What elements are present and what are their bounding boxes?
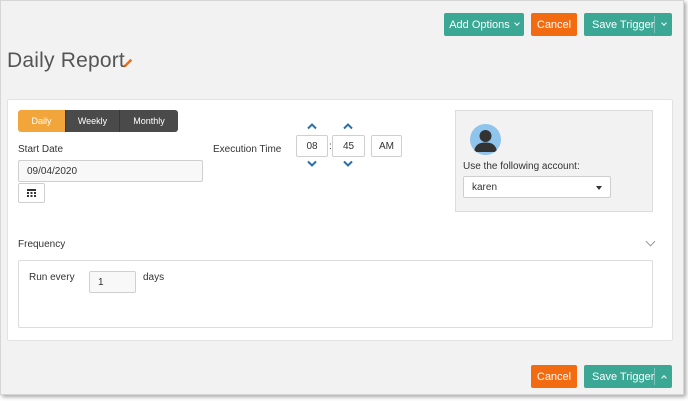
save-trigger-split-button-top: Save Trigger <box>584 13 672 36</box>
save-trigger-dropdown-toggle-bottom[interactable] <box>655 365 672 388</box>
start-date-value: 09/04/2020 <box>27 165 78 177</box>
run-every-input[interactable]: 1 <box>89 271 136 293</box>
dialog-frame: Add Options Cancel Save Trigger Daily Re… <box>0 0 684 395</box>
cancel-button-bottom[interactable]: Cancel <box>531 365 577 388</box>
cancel-button-top[interactable]: Cancel <box>531 13 577 36</box>
add-options-label: Add Options <box>449 18 510 31</box>
frequency-collapse-chevron-icon[interactable] <box>645 236 656 247</box>
save-trigger-button-bottom[interactable]: Save Trigger <box>592 371 654 383</box>
hour-down-chevron-icon[interactable] <box>306 160 318 168</box>
calendar-button[interactable] <box>18 183 45 203</box>
run-every-value: 1 <box>98 276 104 288</box>
hour-value: 08 <box>306 140 318 152</box>
save-trigger-split-button-bottom: Save Trigger <box>584 365 672 388</box>
minute-value: 45 <box>342 140 355 152</box>
tab-daily[interactable]: Daily <box>18 110 65 132</box>
save-trigger-dropdown-toggle-top[interactable] <box>655 13 672 36</box>
calendar-icon <box>27 189 36 197</box>
minute-input[interactable]: 45 <box>332 135 365 157</box>
hour-up-chevron-icon[interactable] <box>306 122 318 130</box>
ampm-value: AM <box>379 140 394 152</box>
account-select[interactable]: karen <box>463 176 611 198</box>
schedule-type-tabs: Daily Weekly Monthly <box>18 110 178 132</box>
days-unit-label: days <box>143 272 165 283</box>
account-label: Use the following account: <box>463 161 580 172</box>
edit-pencil-icon[interactable] <box>122 57 134 69</box>
tab-monthly[interactable]: Monthly <box>119 110 178 132</box>
execution-time-label: Execution Time <box>213 144 282 155</box>
save-trigger-button-top[interactable]: Save Trigger <box>592 19 654 31</box>
cancel-label: Cancel <box>536 18 572 31</box>
page-title: Daily Report <box>7 49 125 72</box>
chevron-down-icon <box>660 20 667 26</box>
minute-up-chevron-icon[interactable] <box>342 122 354 130</box>
add-options-button[interactable]: Add Options <box>444 13 524 36</box>
start-date-input[interactable]: 09/04/2020 <box>18 160 203 182</box>
tab-weekly[interactable]: Weekly <box>65 110 119 132</box>
chevron-down-icon <box>513 20 520 26</box>
start-date-label: Start Date <box>18 144 64 155</box>
caret-down-icon <box>596 186 602 190</box>
trigger-settings-panel: Daily Weekly Monthly Start Date 09/04/20… <box>7 99 673 341</box>
hour-input[interactable]: 08 <box>296 135 328 157</box>
frequency-label: Frequency <box>18 239 66 250</box>
chevron-up-icon <box>660 375 667 381</box>
minute-down-chevron-icon[interactable] <box>342 160 354 168</box>
account-box: Use the following account: karen <box>455 110 653 212</box>
frequency-section: Run every 1 days <box>18 260 653 328</box>
ampm-toggle-button[interactable]: AM <box>371 135 402 157</box>
user-avatar-icon <box>470 124 501 155</box>
account-selected-value: karen <box>472 181 498 193</box>
run-every-label: Run every <box>29 272 75 283</box>
cancel-label-bottom: Cancel <box>536 370 572 383</box>
